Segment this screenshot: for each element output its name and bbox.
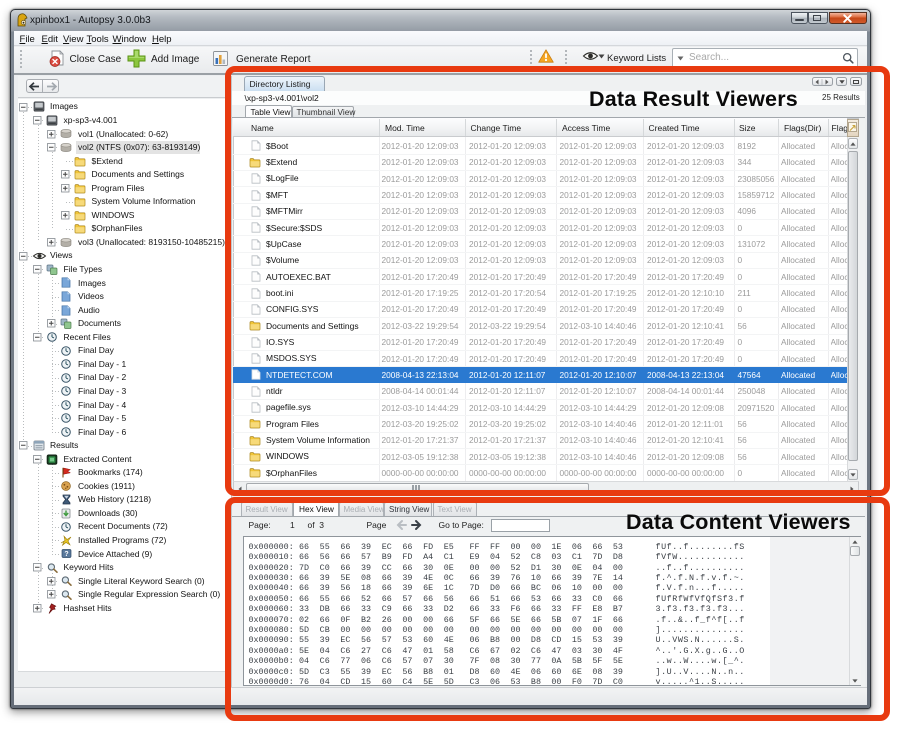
svg-text:?: ? xyxy=(64,551,68,558)
